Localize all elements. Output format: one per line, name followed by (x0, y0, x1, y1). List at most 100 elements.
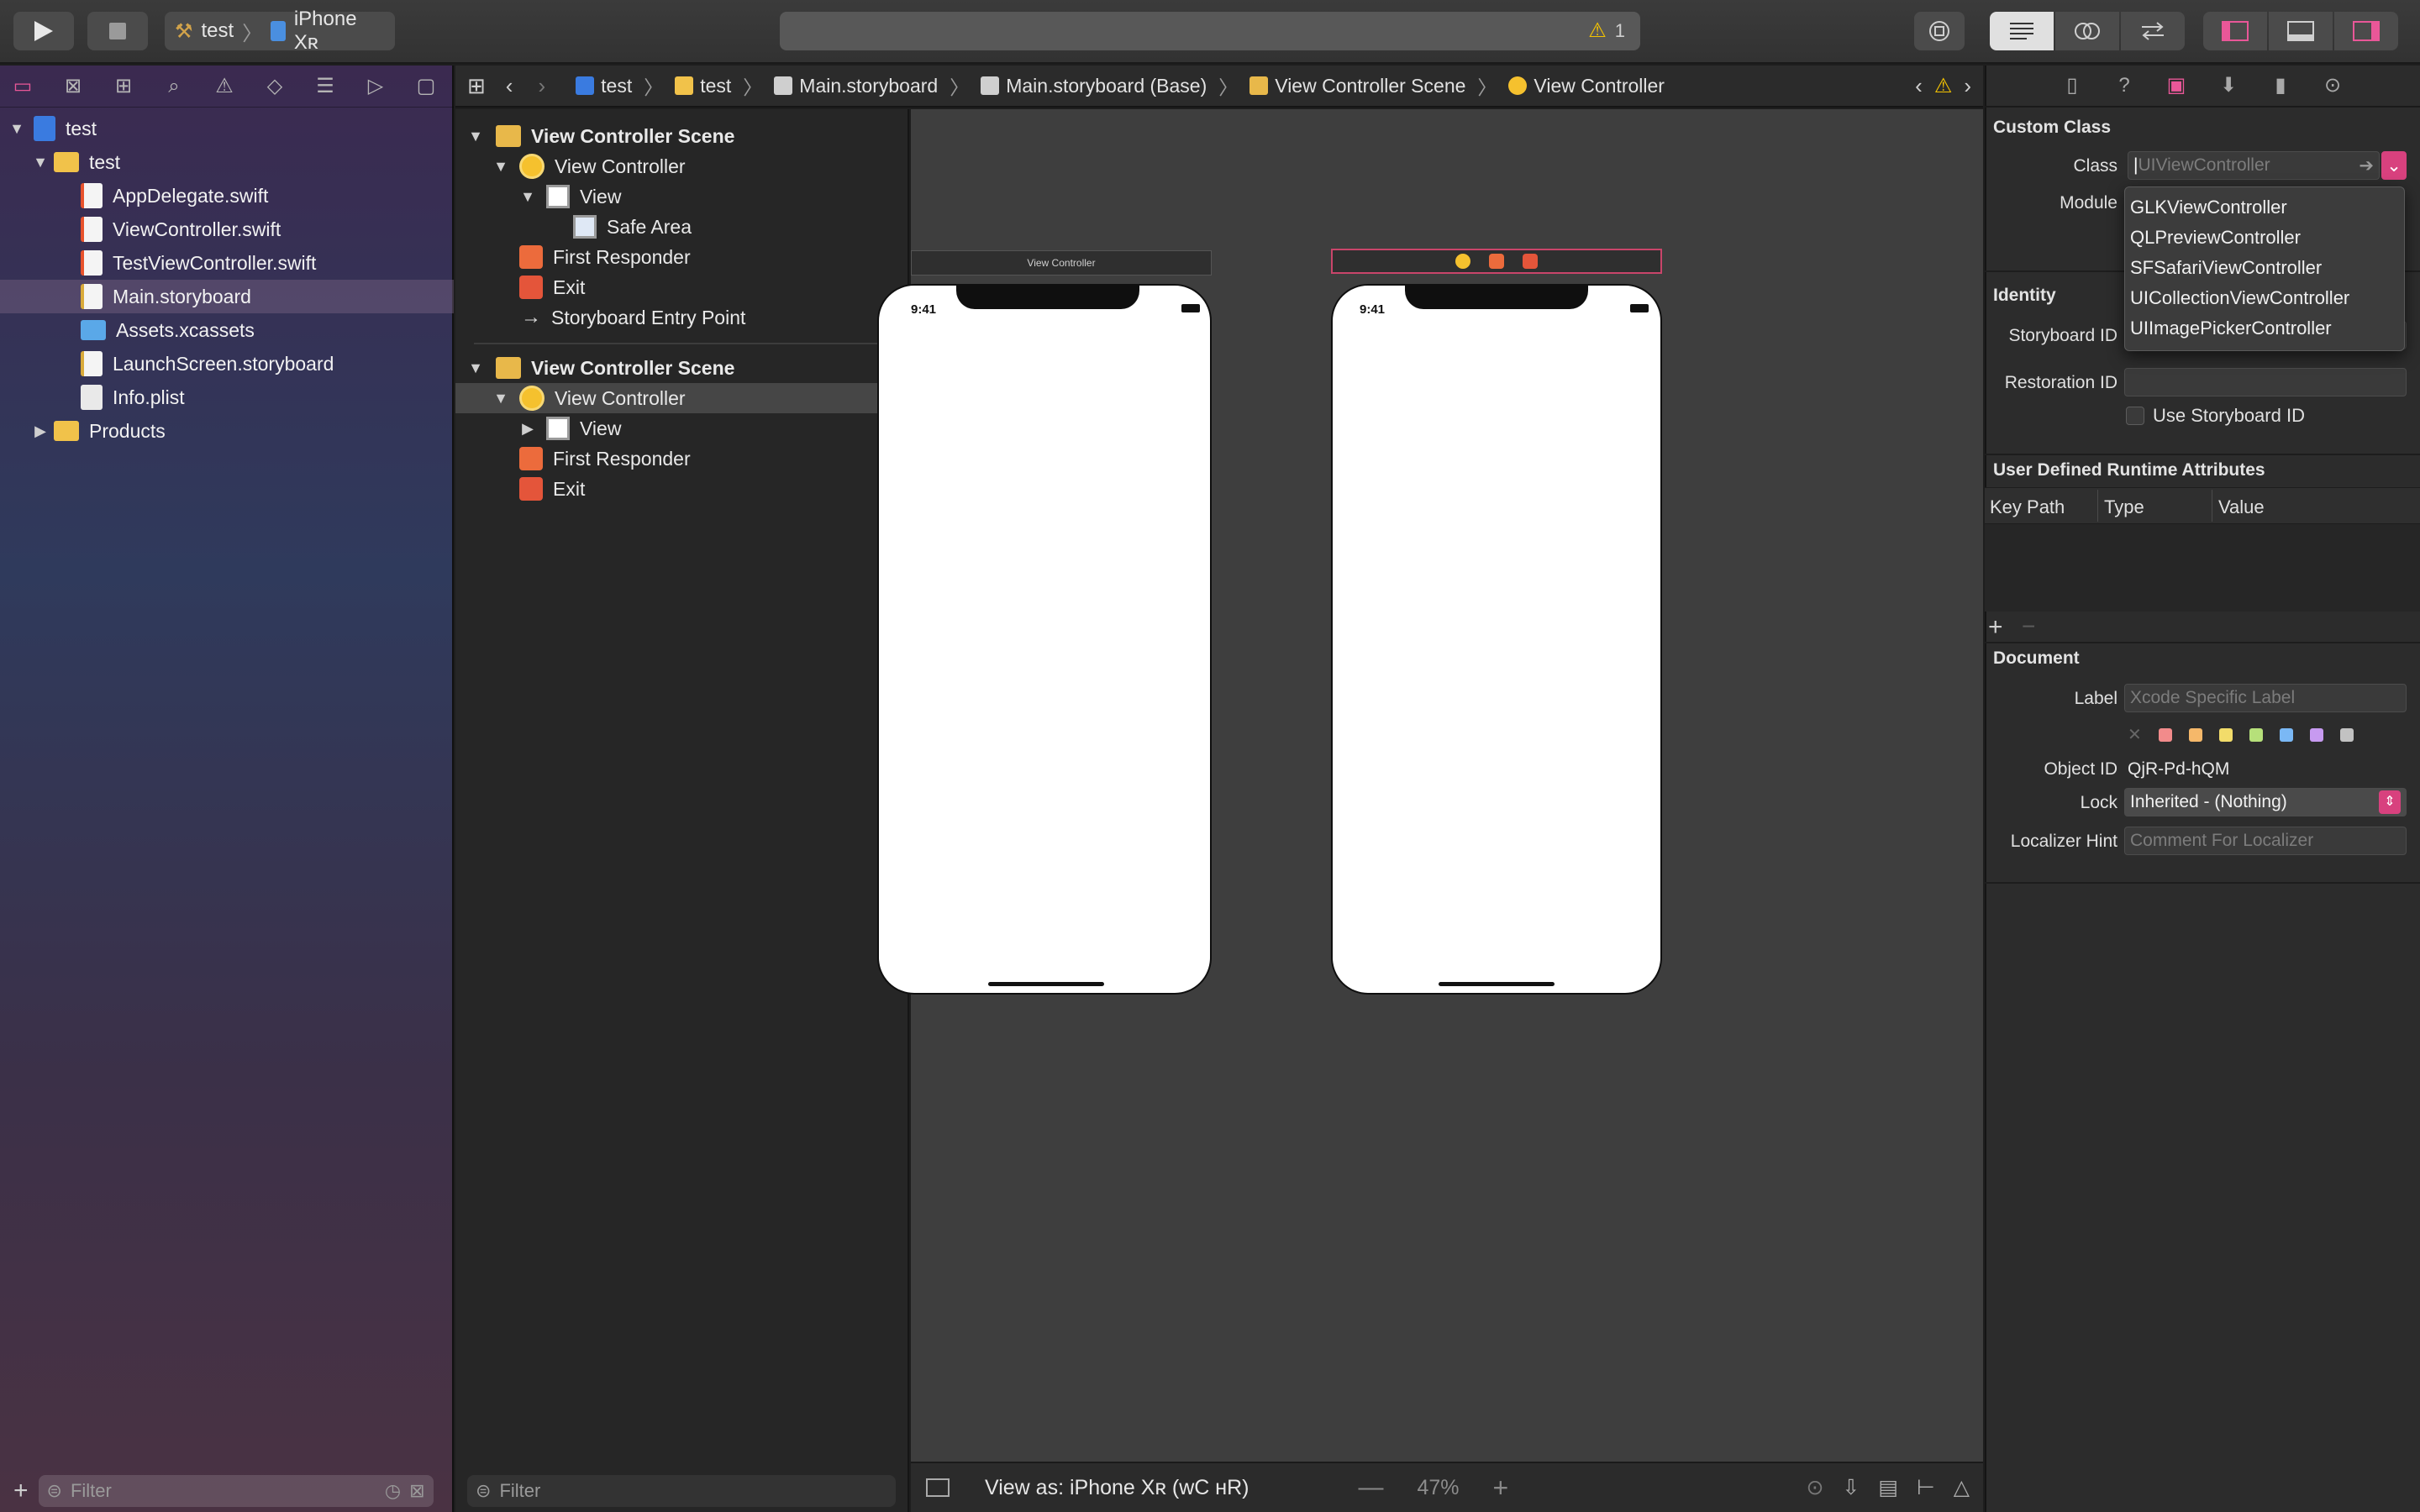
disclosure-open-icon[interactable]: ▼ (492, 158, 509, 176)
breadcrumb-item[interactable]: test (675, 75, 731, 97)
back-icon[interactable]: ‹ (506, 73, 513, 99)
outline-first-responder-row[interactable]: First Responder (455, 444, 909, 474)
test-icon[interactable]: ◇ (264, 75, 286, 97)
use-storyboard-id-checkbox[interactable] (2126, 407, 2144, 425)
breakpoint-icon[interactable]: ▷ (365, 75, 387, 97)
outline-vc-row-selected[interactable]: ▼ View Controller (455, 383, 909, 413)
outline-vc-row[interactable]: ▼ View Controller (455, 151, 909, 181)
dropdown-option[interactable]: UIImagePickerController (2125, 313, 2404, 344)
disclosure-closed-icon[interactable]: ▶ (519, 420, 536, 438)
toggle-navigator-button[interactable] (2203, 12, 2267, 50)
source-control-icon[interactable]: ⊠ (62, 75, 84, 97)
storyboard-canvas[interactable]: View Controller 9:41 9:41 (877, 109, 1983, 1462)
disclosure-open-icon[interactable]: ▼ (32, 154, 49, 171)
scene-title-bar-selected[interactable] (1331, 249, 1662, 274)
related-items-icon[interactable]: ⊞ (467, 73, 486, 99)
zoom-out-icon[interactable]: — (1359, 1473, 1384, 1502)
color-swatch[interactable] (2279, 727, 2293, 742)
phone-frame-selected[interactable]: 9:41 (1331, 284, 1662, 995)
class-input[interactable]: | UIViewController ➔ (2128, 151, 2380, 180)
document-label-input[interactable]: Xcode Specific Label (2124, 684, 2407, 712)
standard-editor-button[interactable] (1990, 12, 2054, 50)
debug-icon[interactable]: ☰ (314, 75, 336, 97)
embed-in-icon[interactable]: ⇩ (1842, 1475, 1860, 1500)
outline-toggle-icon[interactable] (926, 1478, 950, 1497)
previous-issue-icon[interactable]: ‹ (1915, 73, 1923, 99)
scheme-selector[interactable]: ⚒ test 〉 iPhone Xʀ (165, 8, 395, 54)
dropdown-option[interactable]: UICollectionViewController (2125, 283, 2404, 313)
symbol-icon[interactable]: ⊞ (113, 75, 134, 97)
toggle-debug-area-button[interactable] (2269, 12, 2333, 50)
breadcrumb-item[interactable]: Main.storyboard (Base) (981, 75, 1207, 97)
disclosure-open-icon[interactable]: ▼ (467, 360, 484, 377)
outline-entry-point-row[interactable]: → Storyboard Entry Point (455, 302, 909, 333)
disclosure-open-icon[interactable]: ▼ (8, 120, 25, 138)
lock-popup[interactable]: Inherited - (Nothing) ⇕ (2124, 788, 2407, 816)
resolve-issues-icon[interactable]: △ (1954, 1475, 1970, 1500)
warning-icon[interactable]: ⚠ (1934, 74, 1953, 98)
outline-filter-input[interactable]: ⊜ Filter (467, 1475, 896, 1507)
color-swatch[interactable] (2309, 727, 2323, 742)
toggle-inspector-button[interactable] (2334, 12, 2398, 50)
disclosure-open-icon[interactable]: ▼ (467, 128, 484, 145)
color-swatch[interactable] (2339, 727, 2354, 742)
add-attribute-icon[interactable]: + (1988, 613, 2003, 642)
breadcrumb-item[interactable]: Main.storyboard (774, 75, 938, 97)
view-as-button[interactable]: View as: iPhone Xʀ (ᴡC ʜR) (985, 1476, 1249, 1500)
tree-item-file[interactable]: Info.plist (0, 381, 454, 414)
navigator-filter-input[interactable]: ⊜ Filter ◷ ⊠ (38, 1475, 434, 1507)
connections-inspector-icon[interactable]: ⊙ (2321, 74, 2344, 97)
tree-item-file[interactable]: LaunchScreen.storyboard (0, 347, 454, 381)
outline-scene-row[interactable]: ▼ View Controller Scene (455, 353, 909, 383)
outline-view-row[interactable]: ▶ View (455, 413, 909, 444)
run-button[interactable] (13, 12, 74, 50)
color-swatch[interactable] (2158, 727, 2172, 742)
warning-icon[interactable]: ⚠ (213, 75, 235, 97)
first-responder-icon[interactable] (1489, 254, 1504, 269)
report-icon[interactable]: ▢ (415, 75, 437, 97)
phone-frame[interactable]: 9:41 (877, 284, 1212, 995)
view-controller-icon[interactable] (1455, 254, 1470, 269)
clear-color-icon[interactable]: ✕ (2128, 724, 2142, 745)
scene-title-bar[interactable]: View Controller (911, 250, 1212, 276)
dropdown-option[interactable]: QLPreviewController (2125, 223, 2404, 253)
dropdown-option[interactable]: SFSafariViewController (2125, 253, 2404, 283)
column-key-path[interactable]: Key Path (1990, 496, 2065, 518)
tree-item-folder-products[interactable]: ▶ Products (0, 414, 454, 448)
warning-indicator[interactable]: ⚠ 1 (1588, 18, 1625, 43)
stop-button[interactable] (87, 12, 148, 50)
size-inspector-icon[interactable]: ▮ (2269, 74, 2292, 97)
color-swatch[interactable] (2218, 727, 2233, 742)
library-button[interactable] (1914, 12, 1965, 50)
search-icon[interactable]: ⌕ (163, 75, 185, 97)
outline-exit-row[interactable]: Exit (455, 474, 909, 504)
outline-exit-row[interactable]: Exit (455, 272, 909, 302)
outline-safe-area-row[interactable]: Safe Area (455, 212, 909, 242)
outline-view-row[interactable]: ▼ View (455, 181, 909, 212)
breadcrumb-item[interactable]: View Controller Scene (1249, 75, 1465, 97)
breadcrumb-item[interactable]: View Controller (1508, 75, 1665, 97)
next-issue-icon[interactable]: › (1964, 73, 1971, 99)
help-icon[interactable]: ? (2112, 74, 2136, 97)
assistant-editor-button[interactable] (2055, 12, 2119, 50)
exit-icon[interactable] (1523, 254, 1538, 269)
outline-scene-row[interactable]: ▼ View Controller Scene (455, 121, 909, 151)
forward-icon[interactable]: › (538, 73, 545, 99)
tree-item-file[interactable]: Assets.xcassets (0, 313, 454, 347)
remove-attribute-icon[interactable]: − (2022, 613, 2035, 640)
folder-icon[interactable]: ▭ (12, 75, 34, 97)
tree-item-file[interactable]: ViewController.swift (0, 213, 454, 246)
scm-filter-icon[interactable]: ⊠ (409, 1480, 424, 1502)
tree-item-file[interactable]: TestViewController.swift (0, 246, 454, 280)
go-arrow-icon[interactable]: ➔ (2359, 155, 2374, 176)
dropdown-option[interactable]: GLKViewController (2125, 192, 2404, 223)
zoom-level[interactable]: 47% (1418, 1476, 1460, 1500)
disclosure-open-icon[interactable]: ▼ (519, 188, 536, 206)
zoom-in-icon[interactable]: + (1493, 1473, 1509, 1504)
version-editor-button[interactable] (2121, 12, 2185, 50)
activity-viewer[interactable]: ⚠ 1 (780, 12, 1640, 50)
align-icon[interactable]: ▤ (1878, 1475, 1898, 1500)
runtime-attributes-table[interactable] (1985, 524, 2420, 612)
tree-item-project[interactable]: ▼ test (0, 112, 454, 145)
color-swatch[interactable] (2188, 727, 2202, 742)
